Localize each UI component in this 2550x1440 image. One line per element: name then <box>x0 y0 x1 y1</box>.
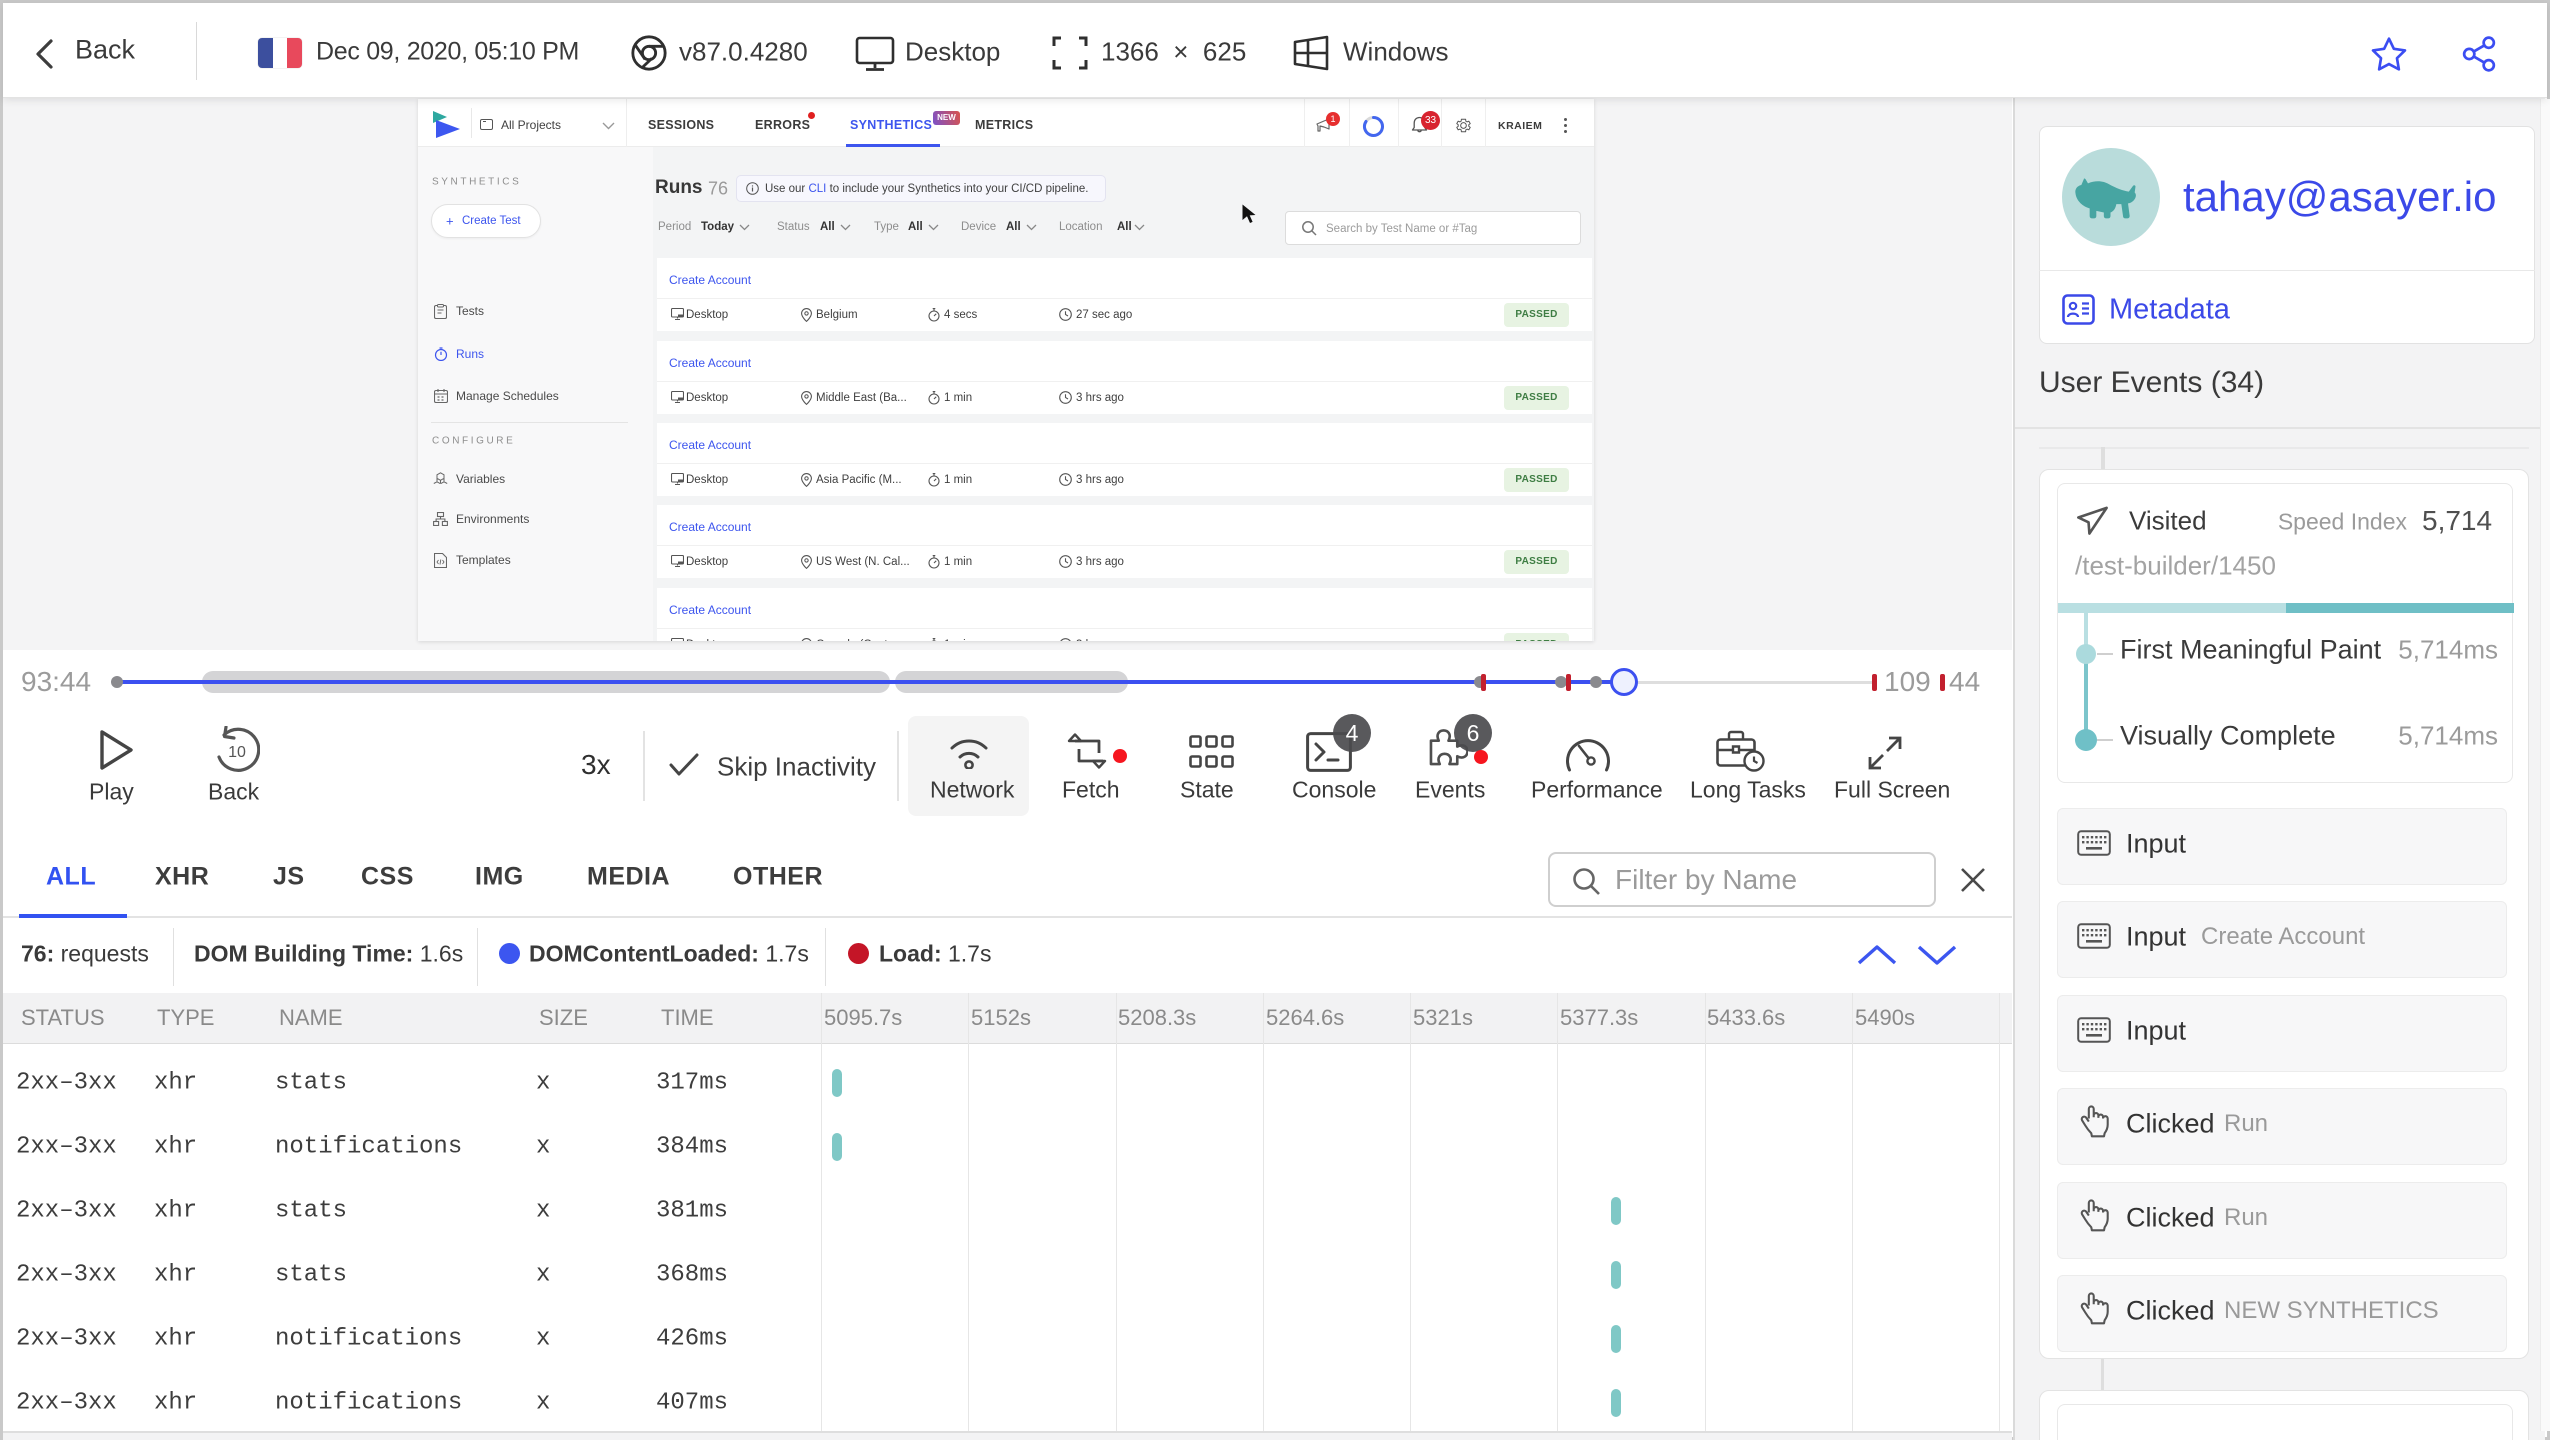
svg-text:10: 10 <box>228 744 246 761</box>
